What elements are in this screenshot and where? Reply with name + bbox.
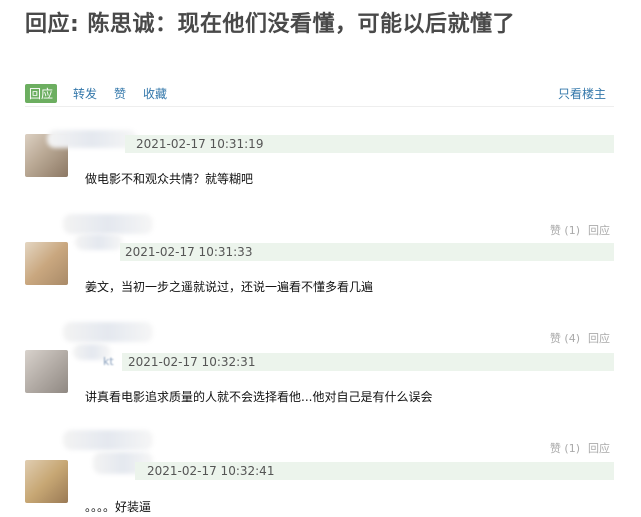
avatar[interactable] xyxy=(25,242,68,285)
comment-time: 2021-02-17 10:31:33 xyxy=(125,245,253,259)
reply-button[interactable]: 回应 xyxy=(588,224,610,237)
username-blurred xyxy=(63,430,153,450)
comment-actions: 赞 (1) 回应 xyxy=(550,222,610,238)
comment-time: 2021-02-17 10:32:31 xyxy=(128,355,256,369)
reply-button[interactable]: 回应 xyxy=(588,332,610,345)
tab-collect[interactable]: 收藏 xyxy=(143,85,167,102)
comment-item: 赞 (1) 回应 2021-02-17 10:31:33 姜文，当初一步之遥就说过… xyxy=(25,212,614,302)
username-blurred xyxy=(63,322,153,342)
avatar[interactable] xyxy=(25,350,68,393)
comment-actions: 赞 (4) 回应 xyxy=(550,330,610,346)
tab-reply[interactable]: 回应 xyxy=(25,84,58,103)
like-button[interactable]: 赞 (4) xyxy=(550,332,580,345)
comment-time: 2021-02-17 10:32:41 xyxy=(147,464,275,478)
username-fragment[interactable]: kt xyxy=(103,355,114,368)
like-button[interactable]: 赞 (1) xyxy=(550,224,580,237)
page-title: 回应: 陈思诚：现在他们没看懂，可能以后就懂了 xyxy=(25,12,515,37)
comment-item: 2021-02-17 10:31:19 做电影不和观众共情？就等糊吧 xyxy=(25,124,614,194)
username-blurred xyxy=(47,130,137,148)
username-blurred xyxy=(63,214,153,234)
username-blurred xyxy=(75,234,123,250)
topic-toolbar: 回应 转发 赞 收藏 只看楼主 xyxy=(25,84,614,107)
comment-content: 姜文，当初一步之遥就说过，还说一遍看不懂多看几遍 xyxy=(85,280,374,294)
comment-time: 2021-02-17 10:31:19 xyxy=(136,137,264,151)
comment-item: 赞 (4) 回应 kt 2021-02-17 10:32:31 讲真看电影追求质量… xyxy=(25,320,614,410)
like-button[interactable]: 赞 (1) xyxy=(550,442,580,455)
reply-button[interactable]: 回应 xyxy=(588,442,610,455)
comment-actions: 赞 (1) 回应 xyxy=(550,440,610,456)
comment-item: 赞 (1) 回应 2021-02-17 10:32:41 。。。。好装逼 xyxy=(25,428,614,517)
tab-like[interactable]: 赞 xyxy=(114,85,126,102)
tab-forward[interactable]: 转发 xyxy=(73,85,97,102)
comment-content: 。。。。好装逼 xyxy=(85,500,152,514)
comment-content: 做电影不和观众共情？就等糊吧 xyxy=(85,172,254,186)
comment-content: 讲真看电影追求质量的人就不会选择看他...他对自己是有什么误会 xyxy=(85,390,433,404)
only-op-link[interactable]: 只看楼主 xyxy=(558,85,606,102)
avatar[interactable] xyxy=(25,460,68,503)
